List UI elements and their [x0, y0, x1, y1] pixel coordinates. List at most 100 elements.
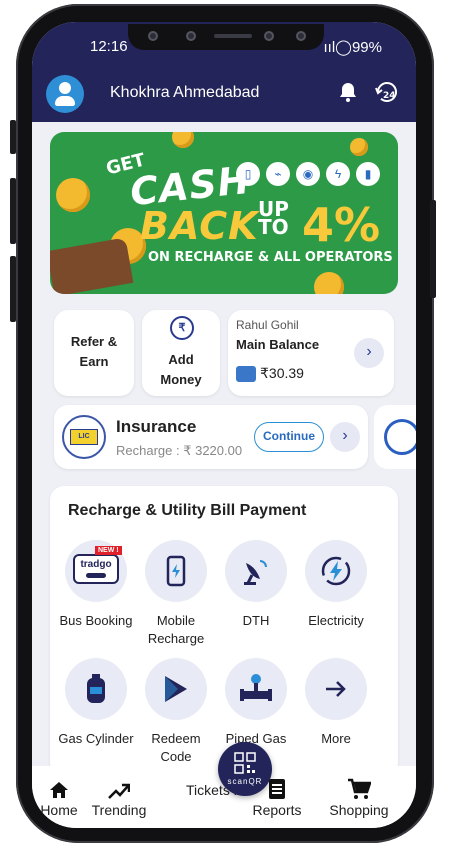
- service-more[interactable]: More: [296, 658, 376, 748]
- scan-qr-button[interactable]: scanQR: [218, 742, 272, 796]
- nav-shopping[interactable]: Shopping: [324, 776, 394, 818]
- recharge-section: Recharge & Utility Bill Payment tradgo N…: [50, 486, 398, 776]
- power-button: [430, 200, 436, 298]
- satellite-dish-icon: [225, 540, 287, 602]
- operator-icons: ▯ ⌁ ◉ ϟ ▮: [236, 162, 380, 186]
- balance-card[interactable]: Rahul Gohil Main Balance ₹30.39 ›: [228, 310, 394, 396]
- gamepad-icon: ◉: [296, 162, 320, 186]
- service-label: Redeem Code: [151, 731, 201, 764]
- banner-percent: 4%: [302, 198, 381, 252]
- qr-code-icon: [234, 752, 256, 774]
- insurance-title: Insurance: [116, 417, 197, 436]
- user-name: Rahul Gohil: [236, 318, 299, 332]
- new-badge: NEW !: [95, 546, 122, 555]
- coin-decoration: [56, 178, 90, 212]
- tradgo-logo: tradgo: [73, 554, 119, 584]
- volume-button: [10, 120, 16, 154]
- nav-label: Trending: [91, 802, 147, 818]
- camera-dot: [148, 31, 158, 41]
- app-header: Khokhra Ahmedabad 24: [32, 66, 416, 122]
- next-card-peek[interactable]: [374, 405, 416, 469]
- gas-cylinder-icon: [65, 658, 127, 720]
- service-piped-gas[interactable]: Piped Gas: [216, 658, 296, 748]
- avatar-head: [59, 82, 71, 94]
- support-24-icon[interactable]: 24: [374, 79, 400, 105]
- status-bar: 12:16 ııl◯99%: [32, 22, 416, 66]
- gas-icon: ▮: [356, 162, 380, 186]
- service-redeem-code[interactable]: Redeem Code: [136, 658, 216, 766]
- nav-label: Reports: [252, 802, 302, 818]
- lic-logo-text: LIC: [70, 429, 98, 445]
- tradgo-text: tradgo: [80, 559, 112, 570]
- lic-logo: LIC: [62, 415, 106, 459]
- lightning-icon: [305, 540, 367, 602]
- app-screen: 12:16 ııl◯99% Khokhra Ahmedabad 24 GET C…: [32, 22, 416, 828]
- service-electricity[interactable]: Electricity: [296, 540, 376, 630]
- insurance-card[interactable]: LIC Insurance Recharge : ₹ 3220.00 Conti…: [54, 405, 368, 469]
- camera-dot: [296, 31, 306, 41]
- camera-dot: [186, 31, 196, 41]
- play-store-icon: [145, 658, 207, 720]
- bus-icon: tradgo NEW !: [65, 540, 127, 602]
- banner-upto: UP TO: [258, 199, 289, 239]
- cart-icon: [324, 776, 394, 800]
- signal-icon: ııl: [323, 39, 336, 56]
- insurance-amount: Recharge : ₹ 3220.00: [116, 443, 243, 458]
- service-label: Bus Booking: [59, 613, 133, 628]
- lightning-icon: ϟ: [326, 162, 350, 186]
- camera-dot: [264, 31, 274, 41]
- banner-back: BACK: [140, 204, 259, 248]
- chevron-right-icon[interactable]: ›: [330, 422, 360, 452]
- service-bus-booking[interactable]: tradgo NEW ! Bus Booking: [56, 540, 136, 630]
- add-money-icon: ₹: [170, 316, 194, 340]
- satellite-icon: ⌁: [266, 162, 290, 186]
- refer-earn-card[interactable]: Refer & Earn: [54, 310, 134, 396]
- service-label: DTH: [242, 613, 270, 628]
- continue-button[interactable]: Continue: [254, 422, 324, 452]
- camera-notch: [128, 24, 324, 50]
- battery-indicator: ııl◯99%: [324, 38, 383, 56]
- mobile-icon: ▯: [236, 162, 260, 186]
- banner-tagline: ON RECHARGE & ALL OPERATORS: [148, 250, 393, 265]
- add-money-card[interactable]: ₹ Add Money: [142, 310, 220, 396]
- avatar-body: [55, 96, 75, 106]
- coin-decoration: [314, 272, 344, 294]
- status-time: 12:16: [90, 38, 128, 55]
- next-card-logo: [384, 419, 416, 455]
- section-title: Recharge & Utility Bill Payment: [68, 502, 307, 519]
- service-label: Electricity: [308, 613, 364, 628]
- coin-decoration: [172, 132, 194, 148]
- volume-button: [10, 178, 16, 244]
- service-gas-cylinder[interactable]: Gas Cylinder: [56, 658, 136, 748]
- volume-button: [10, 256, 16, 322]
- service-label: More: [321, 731, 351, 746]
- add-money-label: Add Money: [160, 352, 202, 387]
- service-label: Mobile Recharge: [147, 613, 205, 646]
- location-label[interactable]: Khokhra Ahmedabad: [110, 84, 259, 102]
- avatar[interactable]: [46, 75, 84, 113]
- nav-label: Shopping: [329, 802, 389, 818]
- arrow-right-icon: [305, 658, 367, 720]
- svg-text:24: 24: [383, 91, 396, 101]
- cashback-banner[interactable]: GET CASH ▯ ⌁ ◉ ϟ ▮ BACK UP TO 4% ON RECH…: [50, 132, 398, 294]
- service-label: Gas Cylinder: [58, 731, 134, 746]
- bus-bar: [86, 573, 106, 578]
- speaker-grille: [214, 34, 252, 38]
- balance-label: Main Balance: [236, 337, 320, 352]
- mobile-icon: [145, 540, 207, 602]
- wallet-icon: [236, 366, 256, 382]
- coin-decoration: [350, 138, 368, 156]
- nav-trending[interactable]: Trending: [84, 776, 154, 818]
- chevron-right-icon[interactable]: ›: [354, 338, 384, 368]
- battery-icon: ◯: [335, 39, 352, 56]
- bell-icon[interactable]: [336, 80, 360, 104]
- banner-to: TO: [258, 215, 289, 239]
- pipe-icon: [225, 658, 287, 720]
- scan-qr-label: scanQR: [227, 777, 263, 786]
- service-dth[interactable]: DTH: [216, 540, 296, 630]
- balance-amount: ₹30.39: [260, 365, 304, 381]
- battery-percent: 99%: [351, 39, 382, 56]
- service-mobile-recharge[interactable]: Mobile Recharge: [136, 540, 216, 648]
- trending-icon: [84, 776, 154, 800]
- wallet-icon: [50, 237, 134, 294]
